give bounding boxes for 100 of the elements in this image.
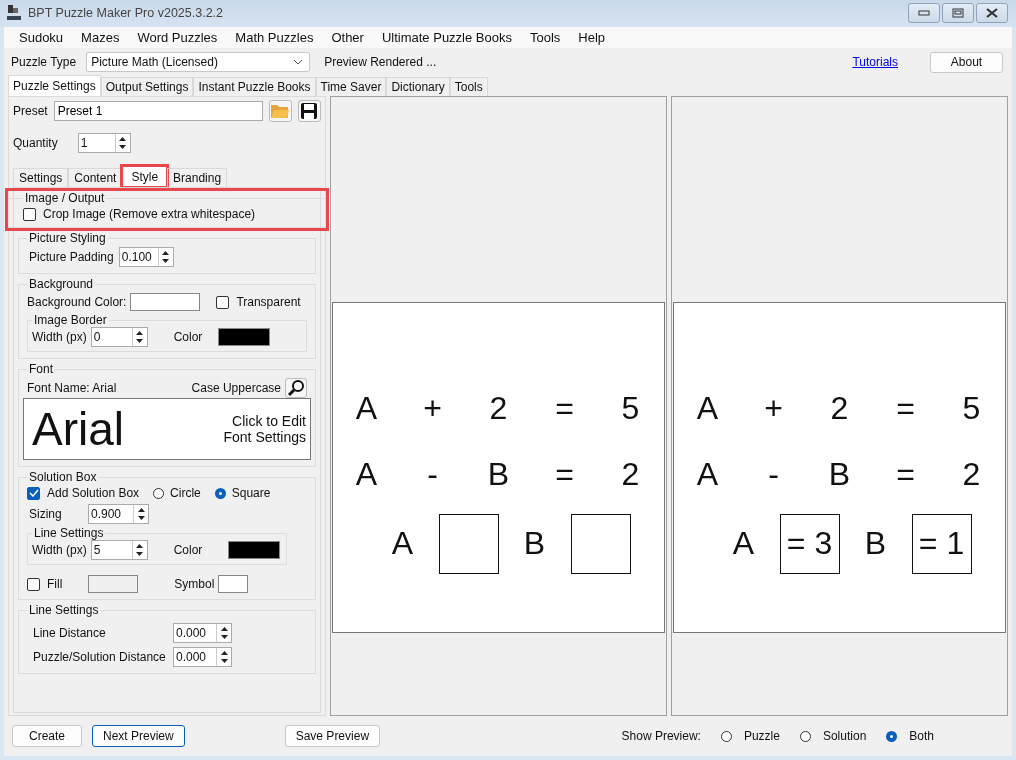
puzzle-type-label: Puzzle Type — [11, 55, 77, 69]
font-sample: Arial — [32, 402, 125, 456]
checkbox-label: Add Solution Box — [47, 486, 140, 500]
action-button[interactable]: Next Preview — [92, 725, 185, 747]
radio-button[interactable] — [886, 730, 898, 742]
font-hint: Click to Edit Font Settings — [222, 413, 306, 445]
color-swatch[interactable] — [218, 328, 271, 346]
app-icon — [6, 4, 22, 23]
search-icon[interactable] — [285, 378, 307, 398]
spinner-buttons[interactable] — [216, 624, 231, 642]
tab[interactable]: Dictionary — [386, 77, 450, 96]
color-swatch[interactable] — [130, 293, 201, 311]
group-title: Image / Output — [24, 191, 106, 205]
checkbox[interactable] — [27, 577, 40, 591]
spinner-buttons[interactable] — [216, 648, 231, 666]
field-label: Background Color: — [27, 295, 127, 309]
number-field[interactable]: 0.000 — [173, 623, 232, 643]
group-title: Line Settings — [33, 526, 105, 540]
equation-term: = — [896, 456, 915, 493]
status-text: Preview Rendered ... — [324, 55, 437, 69]
equation-term: 2 — [962, 456, 981, 493]
menu-item[interactable]: Help — [578, 29, 606, 45]
radio-button[interactable] — [214, 487, 226, 499]
variable-label: A — [390, 525, 415, 562]
field-label: Line Distance — [33, 626, 107, 640]
field-label: Width (px) — [32, 543, 87, 557]
radio-label: Both — [909, 729, 934, 743]
spinner-buttons[interactable] — [133, 505, 148, 523]
tab[interactable]: Settings — [13, 168, 69, 187]
save-icon[interactable] — [297, 100, 321, 122]
field-label: Picture Padding — [29, 250, 114, 264]
number-field[interactable]: 0.900 — [88, 504, 149, 524]
action-button[interactable]: Create — [12, 725, 82, 747]
radio-button[interactable] — [799, 730, 811, 742]
checkbox-label: Transparent — [236, 295, 301, 309]
number-field[interactable]: 0 — [90, 327, 148, 347]
group-title: Line Settings — [28, 603, 100, 617]
equation-term: 5 — [621, 390, 640, 427]
equation-term: 2 — [830, 390, 849, 427]
minimize-button[interactable] — [908, 3, 940, 24]
case-text: Case Uppercase — [191, 381, 281, 395]
color-swatch[interactable] — [88, 575, 139, 593]
number-field[interactable]: 0.000 — [173, 647, 232, 667]
puzzle-type-dropdown[interactable]: Picture Math (Licensed) — [86, 52, 311, 72]
radio-button[interactable] — [153, 487, 165, 499]
color-swatch[interactable] — [228, 541, 281, 559]
field-label: Sizing — [29, 507, 63, 521]
number-field[interactable]: 1 — [77, 133, 131, 153]
equation-term: - — [427, 456, 438, 493]
equation-term: B — [487, 456, 510, 493]
equation-term: = — [896, 390, 915, 427]
equation-term: = — [555, 390, 574, 427]
tab[interactable]: Tools — [449, 77, 488, 96]
checkbox[interactable] — [27, 486, 40, 500]
preset-field[interactable]: Preset 1 — [53, 101, 263, 121]
equation-term: 5 — [962, 390, 981, 427]
tab[interactable]: Branding — [167, 168, 228, 187]
radio-label: Circle — [170, 486, 201, 500]
save-preview-button[interactable]: Save Preview — [284, 725, 381, 747]
font-name-text: Font Name: Arial — [27, 381, 117, 395]
symbol-field[interactable] — [218, 575, 249, 593]
menu-item[interactable]: Other — [331, 29, 364, 45]
menu-item[interactable]: Sudoku — [19, 29, 64, 45]
menu-item[interactable]: Mazes — [81, 29, 120, 45]
checkbox[interactable] — [216, 295, 230, 309]
maximize-icon — [952, 8, 964, 19]
equation-term: 2 — [489, 390, 508, 427]
radio-label: Puzzle — [743, 729, 780, 743]
radio-button[interactable] — [720, 730, 732, 742]
number-field[interactable]: 0.100 — [118, 247, 174, 267]
equation-term: A — [355, 456, 378, 493]
tab[interactable]: Instant Puzzle Books — [193, 77, 316, 96]
menu-item[interactable]: Math Puzzles — [235, 29, 314, 45]
number-field[interactable]: 5 — [90, 540, 148, 560]
menu-item[interactable]: Word Puzzles — [137, 29, 218, 45]
checkbox[interactable] — [23, 207, 36, 221]
answer-box — [570, 513, 631, 574]
tab[interactable]: Puzzle Settings — [8, 75, 101, 96]
tab[interactable]: Style — [122, 166, 168, 187]
close-button[interactable] — [976, 3, 1008, 24]
equation-term: + — [423, 390, 442, 427]
quantity-label: Quantity — [13, 136, 58, 150]
window-title: BPT Puzzle Maker Pro v2025.3.2.2 — [28, 6, 223, 21]
tutorials-link[interactable]: Tutorials — [852, 55, 898, 69]
group-title: Image Border — [33, 313, 108, 327]
tab[interactable]: Output Settings — [100, 77, 194, 96]
equation-term: 2 — [621, 456, 640, 493]
tab[interactable]: Time Saver — [315, 77, 387, 96]
field-label: Color — [173, 330, 203, 344]
caret-icon — [293, 59, 304, 65]
variable-label: B — [863, 525, 888, 562]
equation-term: B — [828, 456, 851, 493]
about-button[interactable]: About — [930, 51, 1003, 73]
equation-term: - — [768, 456, 779, 493]
menu-item[interactable]: Ultimate Puzzle Books — [381, 29, 512, 45]
field-label: Color — [173, 543, 203, 557]
font-preview[interactable]: Arial Click to Edit Font Settings — [23, 398, 311, 460]
answer-box: = 1 — [911, 513, 972, 574]
equation-term: A — [355, 390, 378, 427]
menu-item[interactable]: Tools — [530, 29, 561, 45]
